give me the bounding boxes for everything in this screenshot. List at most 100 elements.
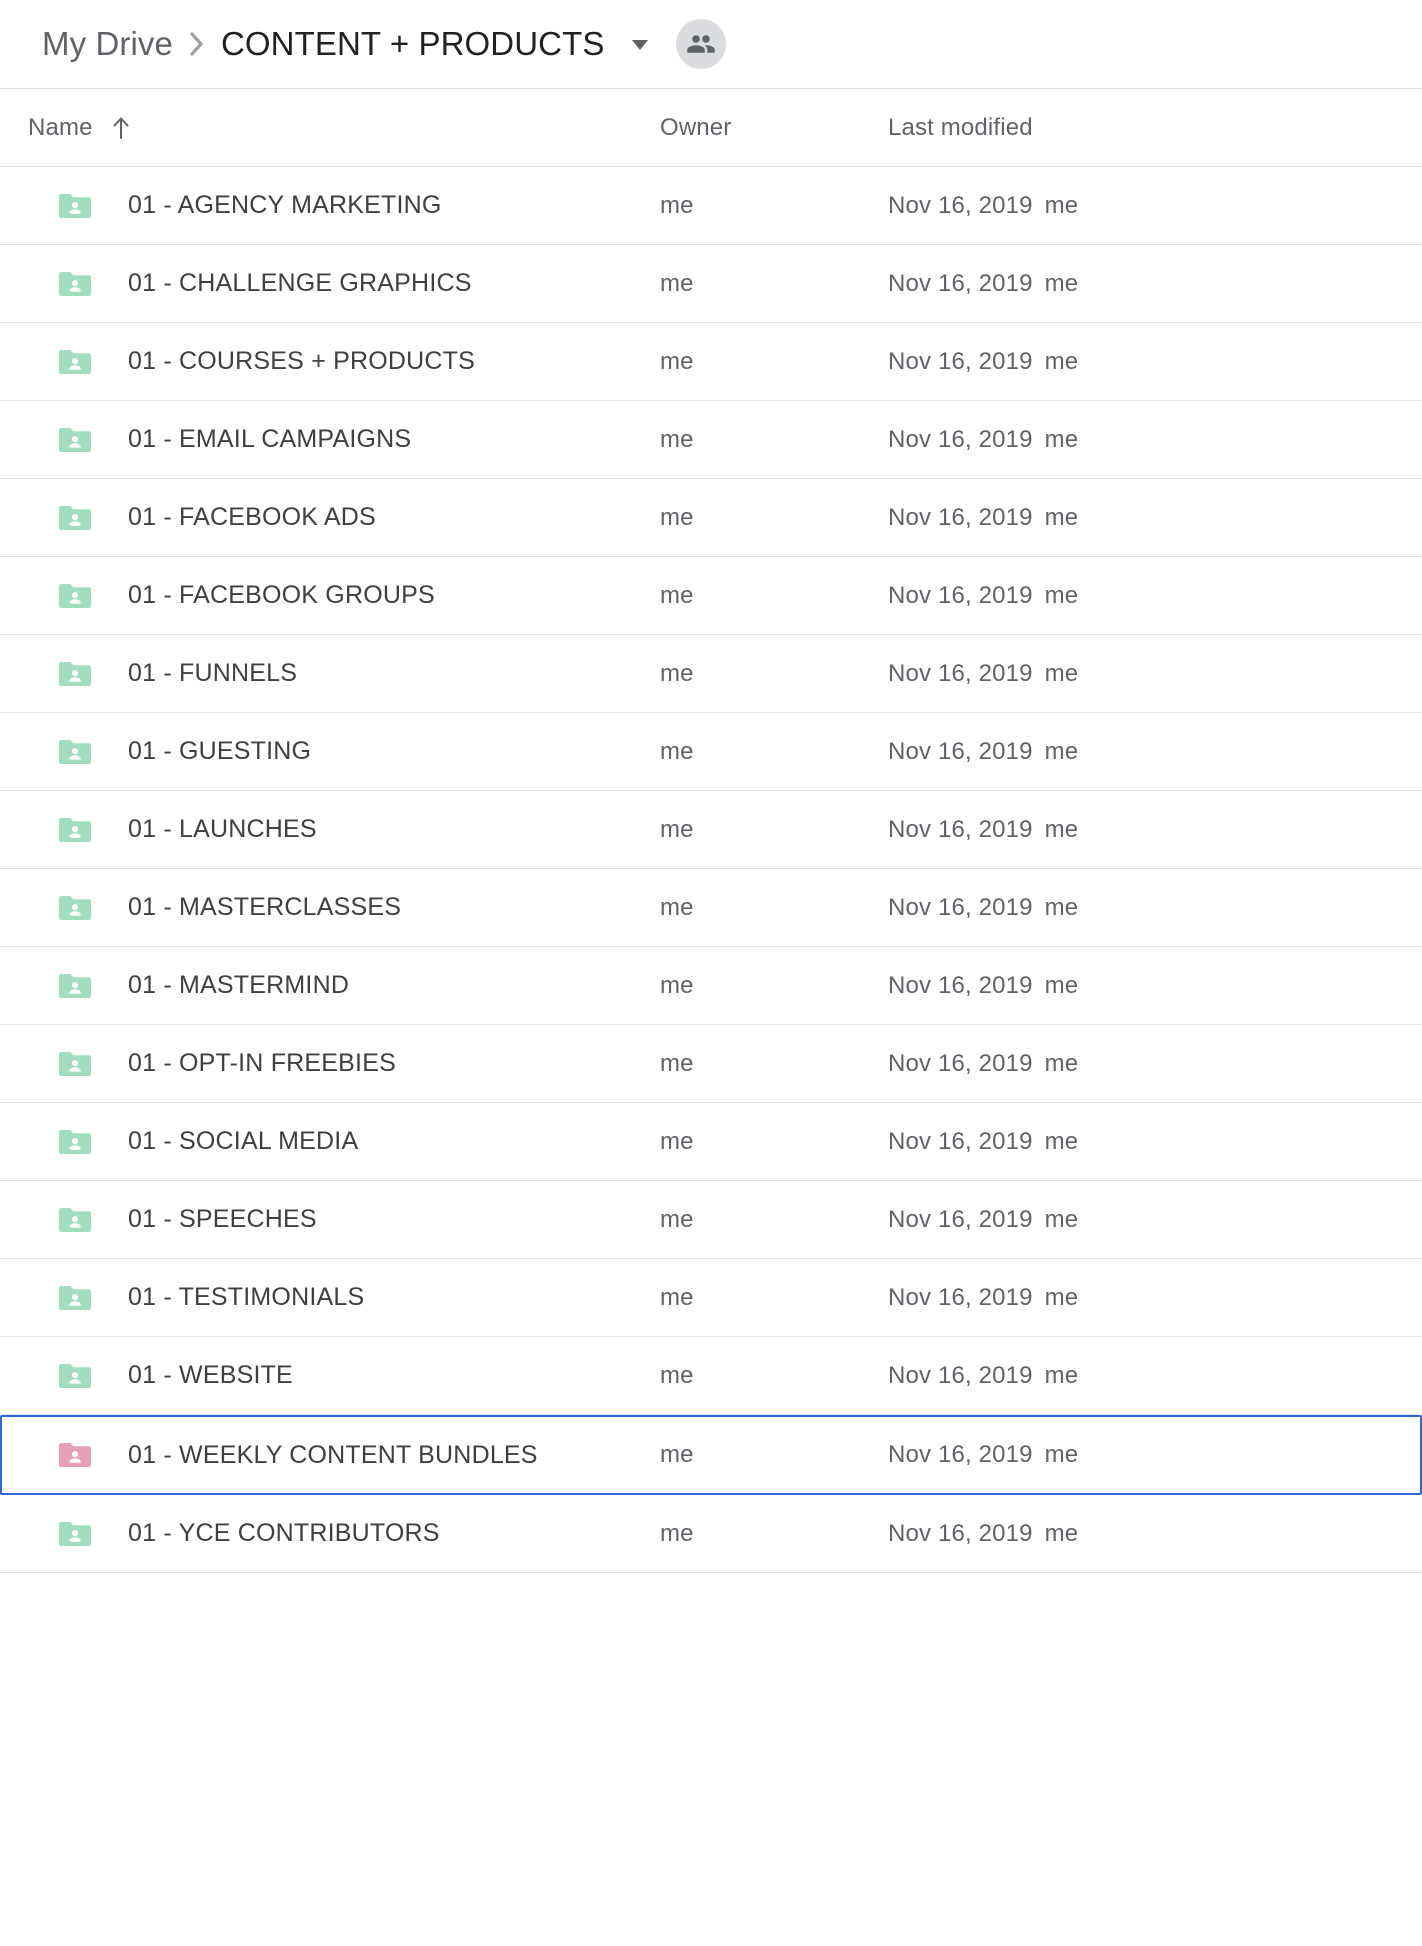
last-modified-by: me [1044,1127,1079,1155]
people-shared-icon[interactable] [676,19,727,69]
file-name-label: 01 - MASTERCLASSES [128,893,402,921]
table-row[interactable]: 01 - WEEKLY CONTENT BUNDLES me Nov 16, 201… [0,1415,1422,1495]
breadcrumb: My Drive CONTENT + PRODUCTS [0,0,1422,89]
folder-shared-icon [58,1362,92,1390]
file-last-modified: Nov 16, 2019 me [888,738,1422,766]
last-modified-date: Nov 16, 2019 [888,503,1033,531]
last-modified-date: Nov 16, 2019 [888,269,1033,297]
table-row[interactable]: 01 - FACEBOOK GROUPS me Nov 16, 2019 me [0,557,1422,635]
file-name-cell: 01 - COURSES + PRODUCTS [28,347,660,376]
file-name-label: 01 - GUESTING [128,737,312,765]
table-row[interactable]: 01 - TESTIMONIALS me Nov 16, 2019 me [0,1259,1422,1337]
folder-shared-icon [58,660,92,688]
file-last-modified: Nov 16, 2019 me [888,1284,1422,1312]
file-name-label: 01 - MASTERMIND [128,971,350,999]
file-name-cell: 01 - GUESTING [28,737,660,766]
table-row[interactable]: 01 - GUESTING me Nov 16, 2019 me [0,713,1422,791]
folder-shared-icon [58,1050,92,1078]
file-name-cell: 01 - EMAIL CAMPAIGNS [28,425,660,454]
table-row[interactable]: 01 - SOCIAL MEDIA me Nov 16, 2019 me [0,1103,1422,1181]
file-last-modified: Nov 16, 2019 me [888,1050,1422,1078]
file-owner: me [660,659,694,687]
breadcrumb-item-my-drive[interactable]: My Drive [42,25,173,63]
table-row[interactable]: 01 - AGENCY MARKETING me Nov 16, 2019 me [0,167,1422,245]
table-row[interactable]: 01 - FUNNELS me Nov 16, 2019 me [0,635,1422,713]
column-header-name-label: Name [28,113,93,141]
last-modified-date: Nov 16, 2019 [888,1519,1033,1547]
file-owner: me [660,581,694,609]
file-name-cell: 01 - MASTERCLASSES [28,893,660,922]
file-owner: me [660,503,694,531]
file-last-modified: Nov 16, 2019 me [888,1128,1422,1156]
table-row[interactable]: 01 - LAUNCHES me Nov 16, 2019 me [0,791,1422,869]
file-last-modified: Nov 16, 2019 me [888,504,1422,532]
table-row[interactable]: 01 - COURSES + PRODUCTS me Nov 16, 2019 me [0,323,1422,401]
table-row[interactable]: 01 - SPEECHES me Nov 16, 2019 me [0,1181,1422,1259]
chevron-down-icon[interactable] [618,22,662,66]
file-name-cell: 01 - TESTIMONIALS [28,1283,660,1312]
file-last-modified: Nov 16, 2019 me [888,816,1422,844]
breadcrumb-item-current-folder[interactable]: CONTENT + PRODUCTS [221,25,604,63]
file-name-label: 01 - OPT-IN FREEBIES [128,1049,396,1077]
last-modified-date: Nov 16, 2019 [888,1441,1033,1468]
file-owner: me [660,425,694,453]
last-modified-by: me [1044,1441,1079,1468]
file-name-label: 01 - EMAIL CAMPAIGNS [128,425,412,453]
file-owner: me [660,1127,694,1155]
file-last-modified: Nov 16, 2019 me [888,1362,1422,1390]
last-modified-by: me [1044,1283,1079,1311]
table-row[interactable]: 01 - EMAIL CAMPAIGNS me Nov 16, 2019 me [0,401,1422,479]
file-last-modified: Nov 16, 2019 me [888,1520,1422,1548]
last-modified-by: me [1044,269,1079,297]
file-owner: me [660,1441,694,1468]
folder-shared-icon [58,894,92,922]
last-modified-by: me [1044,659,1079,687]
table-row[interactable]: 01 - YCE CONTRIBUTORS me Nov 16, 2019 me [0,1495,1422,1573]
last-modified-by: me [1044,347,1079,375]
column-header-name[interactable]: Name [28,114,660,142]
table-row[interactable]: 01 - CHALLENGE GRAPHICS me Nov 16, 2019 me [0,245,1422,323]
file-last-modified: Nov 16, 2019 me [888,1206,1422,1234]
file-owner: me [660,191,694,219]
folder-shared-icon [58,816,92,844]
last-modified-by: me [1044,1205,1079,1233]
file-name-label: 01 - YCE CONTRIBUTORS [128,1519,440,1547]
file-name-cell: 01 - OPT-IN FREEBIES [28,1049,660,1078]
file-name-label: 01 - FACEBOOK ADS [128,503,376,531]
table-row[interactable]: 01 - WEBSITE me Nov 16, 2019 me [0,1337,1422,1415]
table-row[interactable]: 01 - MASTERMIND me Nov 16, 2019 me [0,947,1422,1025]
file-name-cell: 01 - FUNNELS [28,659,660,688]
last-modified-date: Nov 16, 2019 [888,659,1033,687]
file-name-label: 01 - SOCIAL MEDIA [128,1127,359,1155]
folder-shared-icon [58,426,92,454]
chevron-right-icon [173,30,221,58]
file-name-cell: 01 - WEEKLY CONTENT BUNDLES [28,1441,660,1470]
folder-shared-icon [58,738,92,766]
last-modified-date: Nov 16, 2019 [888,1361,1033,1389]
file-last-modified: Nov 16, 2019 me [888,1441,1420,1469]
file-last-modified: Nov 16, 2019 me [888,894,1422,922]
arrow-up-icon[interactable] [111,115,131,141]
folder-shared-icon [58,348,92,376]
file-owner: me [660,1519,694,1547]
table-row[interactable]: 01 - MASTERCLASSES me Nov 16, 2019 me [0,869,1422,947]
file-owner: me [660,1361,694,1389]
table-row[interactable]: 01 - OPT-IN FREEBIES me Nov 16, 2019 me [0,1025,1422,1103]
file-name-cell: 01 - SOCIAL MEDIA [28,1127,660,1156]
last-modified-date: Nov 16, 2019 [888,347,1033,375]
column-header-last-modified[interactable]: Last modified [888,114,1422,142]
column-header-owner[interactable]: Owner [660,114,888,142]
last-modified-date: Nov 16, 2019 [888,1283,1033,1311]
file-last-modified: Nov 16, 2019 me [888,192,1422,220]
file-name-label: 01 - WEBSITE [128,1361,293,1389]
folder-shared-icon [58,582,92,610]
file-name-label: 01 - LAUNCHES [128,815,317,843]
table-row[interactable]: 01 - FACEBOOK ADS me Nov 16, 2019 me [0,479,1422,557]
table-column-header: Name Owner Last modified [0,89,1422,167]
file-last-modified: Nov 16, 2019 me [888,582,1422,610]
last-modified-date: Nov 16, 2019 [888,1205,1033,1233]
last-modified-by: me [1044,893,1079,921]
last-modified-date: Nov 16, 2019 [888,191,1033,219]
file-last-modified: Nov 16, 2019 me [888,270,1422,298]
last-modified-date: Nov 16, 2019 [888,893,1033,921]
